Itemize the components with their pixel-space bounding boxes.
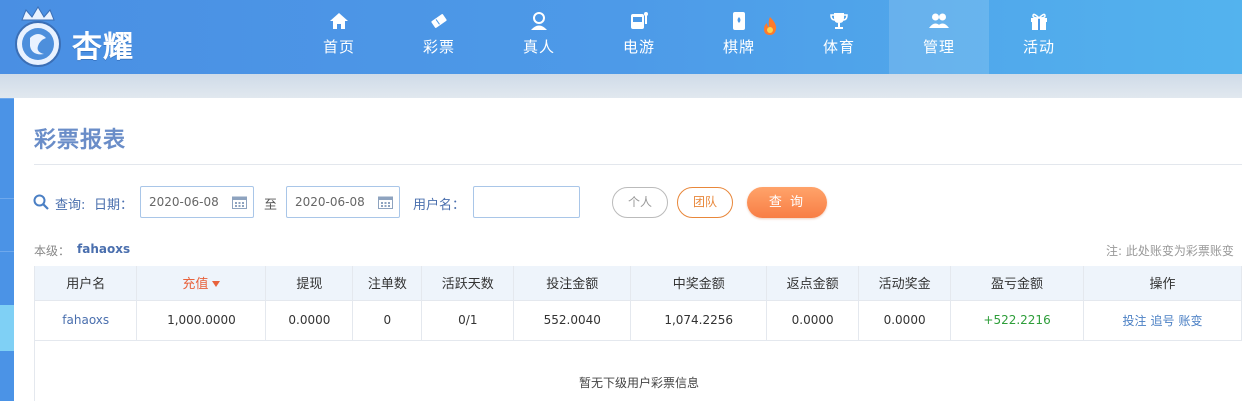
- col-rebate[interactable]: 返点金额: [766, 266, 860, 301]
- title-divider: [34, 164, 1242, 165]
- col-active-days[interactable]: 活跃天数: [421, 266, 515, 301]
- hot-flame-badge-icon: [764, 17, 777, 35]
- nav-label: 棋牌: [722, 38, 755, 56]
- report-table-grid: 用户名 充值 提现 注单数 活跃天数 投注金额 中奖金额 返点金额 活动奖金 盈…: [35, 266, 1242, 341]
- sidebar-active-tab[interactable]: [0, 305, 14, 351]
- nav-label: 电游: [622, 38, 655, 56]
- nav-label: 彩票: [422, 38, 455, 56]
- transactions-link[interactable]: 账变: [1179, 314, 1203, 328]
- cell-rebate: 0.0000: [766, 300, 860, 341]
- level-username[interactable]: fahaoxs: [77, 242, 130, 256]
- col-actions: 操作: [1083, 266, 1242, 301]
- brand-logo[interactable]: 杏耀: [8, 4, 158, 70]
- report-table: 用户名 充值 提现 注单数 活跃天数 投注金额 中奖金额 返点金额 活动奖金 盈…: [34, 266, 1242, 401]
- date-from-value: 2020-06-08: [149, 195, 219, 209]
- col-orders[interactable]: 注单数: [352, 266, 423, 301]
- date-to-input[interactable]: 2020-06-08: [286, 186, 400, 218]
- home-icon: [330, 13, 348, 29]
- col-recharge-label: 充值: [182, 277, 209, 293]
- top-nav-bar: 杏耀 首页 彩票 真人 电游 棋牌 体育 管理 活动: [0, 0, 1242, 74]
- cell-bonus: 0.0000: [858, 300, 952, 341]
- col-bonus[interactable]: 活动奖金: [858, 266, 952, 301]
- sidebar-divider: [0, 251, 14, 252]
- team-toggle-button[interactable]: 团队: [677, 187, 733, 218]
- trophy-icon: [830, 13, 848, 29]
- live-dealer-icon: [531, 12, 547, 30]
- sidebar-collapsed[interactable]: [0, 98, 14, 401]
- gift-icon: [1031, 13, 1047, 30]
- empty-subordinates-message: 暂无下级用户彩票信息: [578, 376, 699, 390]
- calendar-icon[interactable]: [232, 195, 247, 209]
- level-label: 本级：: [34, 244, 71, 258]
- nav-lottery[interactable]: 彩票: [389, 0, 489, 74]
- brand-name: 杏耀: [72, 30, 134, 65]
- cell-active-days: 0/1: [421, 300, 515, 341]
- col-username[interactable]: 用户名: [35, 266, 138, 301]
- cell-orders: 0: [352, 300, 423, 341]
- nav-home[interactable]: 首页: [289, 0, 389, 74]
- personal-toggle-button[interactable]: 个人: [612, 187, 668, 218]
- col-profit[interactable]: 盈亏金额: [950, 266, 1085, 301]
- table-row: fahaoxs 1,000.0000 0.0000 0 0/1 552.0040…: [35, 300, 1242, 341]
- crown-logo-icon: [15, 6, 61, 67]
- username-input[interactable]: [473, 186, 580, 218]
- cell-withdraw: 0.0000: [265, 300, 354, 341]
- cell-win-amount: 1,074.2256: [630, 300, 768, 341]
- nav-slots[interactable]: 电游: [589, 0, 689, 74]
- nav-live[interactable]: 真人: [489, 0, 589, 74]
- date-label: 日期：: [94, 198, 134, 213]
- col-win-amount[interactable]: 中奖金额: [630, 266, 768, 301]
- sidebar-divider: [0, 98, 14, 99]
- cell-username[interactable]: fahaoxs: [35, 300, 138, 341]
- chase-link[interactable]: 追号: [1151, 314, 1175, 328]
- slot-machine-icon: [631, 12, 648, 29]
- cell-bet-amount: 552.0040: [513, 300, 632, 341]
- sub-header-strip: [0, 74, 1242, 98]
- report-note: 注: 此处账变为彩票账变: [1106, 244, 1234, 258]
- users-icon: [929, 13, 949, 28]
- calendar-icon[interactable]: [378, 195, 393, 209]
- date-to-value: 2020-06-08: [295, 195, 365, 209]
- nav-label: 首页: [322, 38, 355, 56]
- nav-label: 体育: [822, 38, 855, 56]
- nav-label: 活动: [1022, 38, 1055, 56]
- cell-actions: 投注 追号 账变: [1083, 300, 1242, 341]
- date-from-input[interactable]: 2020-06-08: [140, 186, 254, 218]
- nav-label: 管理: [922, 38, 955, 56]
- query-label: 查询:: [55, 198, 86, 213]
- cell-profit: +522.2216: [950, 300, 1085, 341]
- page-title: 彩票报表: [34, 128, 127, 153]
- col-bet-amount[interactable]: 投注金额: [513, 266, 632, 301]
- username-label: 用户名：: [413, 198, 466, 213]
- sidebar-divider: [0, 198, 14, 199]
- lottery-ticket-icon: [431, 14, 447, 28]
- sort-desc-icon: [212, 281, 221, 288]
- col-withdraw[interactable]: 提现: [265, 266, 354, 301]
- cell-recharge: 1,000.0000: [136, 300, 267, 341]
- table-header-row: 用户名 充值 提现 注单数 活跃天数 投注金额 中奖金额 返点金额 活动奖金 盈…: [35, 266, 1242, 301]
- report-panel: 彩票报表 查询: 日期： 2020-06-08 至 2020-06-08 用户名…: [14, 98, 1242, 401]
- nav-cards[interactable]: 棋牌: [689, 0, 789, 74]
- nav-promotions[interactable]: 活动: [989, 0, 1089, 74]
- nav-management[interactable]: 管理: [889, 0, 989, 74]
- nav-sports[interactable]: 体育: [789, 0, 889, 74]
- col-recharge-sorted[interactable]: 充值: [136, 266, 267, 301]
- search-icon: [33, 194, 49, 210]
- nav-label: 真人: [522, 38, 555, 56]
- bet-link[interactable]: 投注: [1122, 314, 1146, 328]
- query-button[interactable]: 查 询: [747, 187, 827, 218]
- date-range-separator: 至: [264, 198, 278, 213]
- poker-card-icon: [733, 12, 745, 30]
